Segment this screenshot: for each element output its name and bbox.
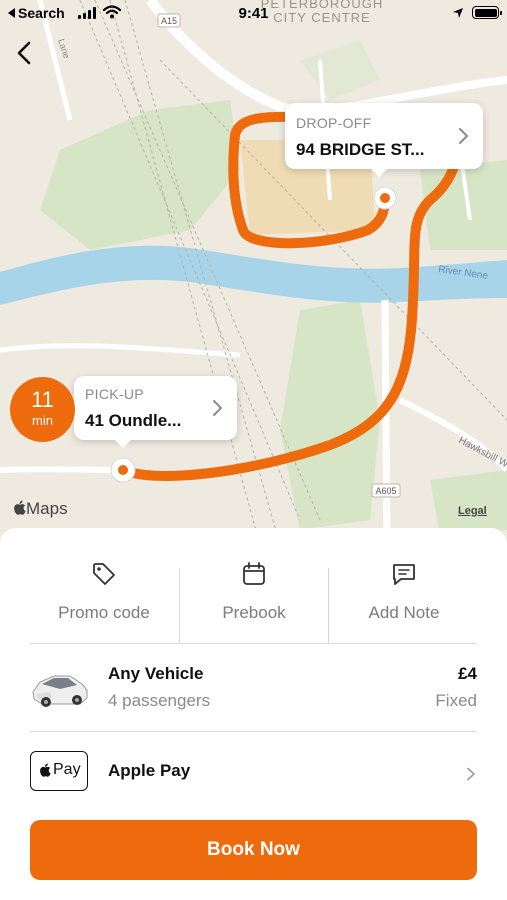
battery-icon [472, 6, 502, 19]
price-type: Fixed [435, 691, 477, 710]
eta-badge: 11 min [10, 377, 75, 442]
prebook-label: Prebook [222, 603, 286, 622]
eta-unit: min [32, 413, 53, 428]
calendar-icon [243, 562, 265, 585]
maps-label: Maps [26, 499, 68, 518]
chevron-right-icon [459, 128, 468, 144]
vehicle-capacity: 4 passengers [108, 691, 211, 710]
chevron-left-icon [17, 41, 31, 65]
promo-code-button[interactable]: Promo code [29, 548, 179, 626]
eta-value: 11 [31, 387, 54, 412]
legal-link[interactable]: Legal [458, 505, 487, 517]
book-now-button[interactable]: Book Now [30, 820, 477, 880]
payment-method-row[interactable]: Pay Apple Pay [0, 733, 507, 813]
chevron-right-icon [467, 767, 475, 781]
apple-logo-icon [40, 763, 51, 777]
chevron-right-icon [213, 400, 222, 416]
vehicle-title: Any Vehicle [108, 664, 204, 683]
status-time: 9:41 [238, 5, 269, 22]
divider [30, 731, 477, 732]
vehicle-price: £4 [458, 664, 477, 683]
add-note-button[interactable]: Add Note [329, 548, 479, 626]
pickup-label: PICK-UP [85, 386, 144, 402]
pickup-address: 41 Oundle... [85, 411, 182, 430]
pickup-callout[interactable]: PICK-UP 41 Oundle... [74, 376, 237, 448]
message-icon [393, 564, 415, 585]
quick-actions: Promo code Prebook Add Note [0, 548, 507, 644]
dropoff-label: DROP-OFF [296, 115, 372, 131]
status-bar: Search 9:41 [0, 0, 507, 28]
apple-pay-icon: Pay [30, 751, 88, 791]
prebook-button[interactable]: Prebook [179, 548, 329, 626]
apple-pay-badge-text: Pay [53, 761, 81, 778]
apple-logo-icon [14, 500, 26, 515]
booking-sheet: Promo code Prebook Add Note Any Vehicle … [0, 528, 507, 900]
dropoff-callout[interactable]: DROP-OFF 94 BRIDGE ST... [285, 103, 483, 177]
promo-code-label: Promo code [58, 603, 150, 622]
back-button[interactable] [10, 36, 40, 70]
vehicle-option[interactable]: Any Vehicle 4 passengers £4 Fixed [0, 644, 507, 732]
tag-icon [93, 563, 115, 585]
map-background: A15 A605 PETERBOROUGH CITY CENTRE River … [0, 0, 507, 545]
road-label-a605: A605 [375, 486, 396, 496]
map-view[interactable]: A15 A605 PETERBOROUGH CITY CENTRE River … [0, 0, 507, 545]
location-arrow-icon [453, 8, 463, 18]
maps-attribution: Maps [13, 499, 68, 519]
payment-method-label: Apple Pay [108, 761, 191, 780]
dropoff-address: 94 BRIDGE ST... [296, 140, 425, 159]
add-note-label: Add Note [368, 603, 440, 622]
car-icon [32, 675, 88, 707]
